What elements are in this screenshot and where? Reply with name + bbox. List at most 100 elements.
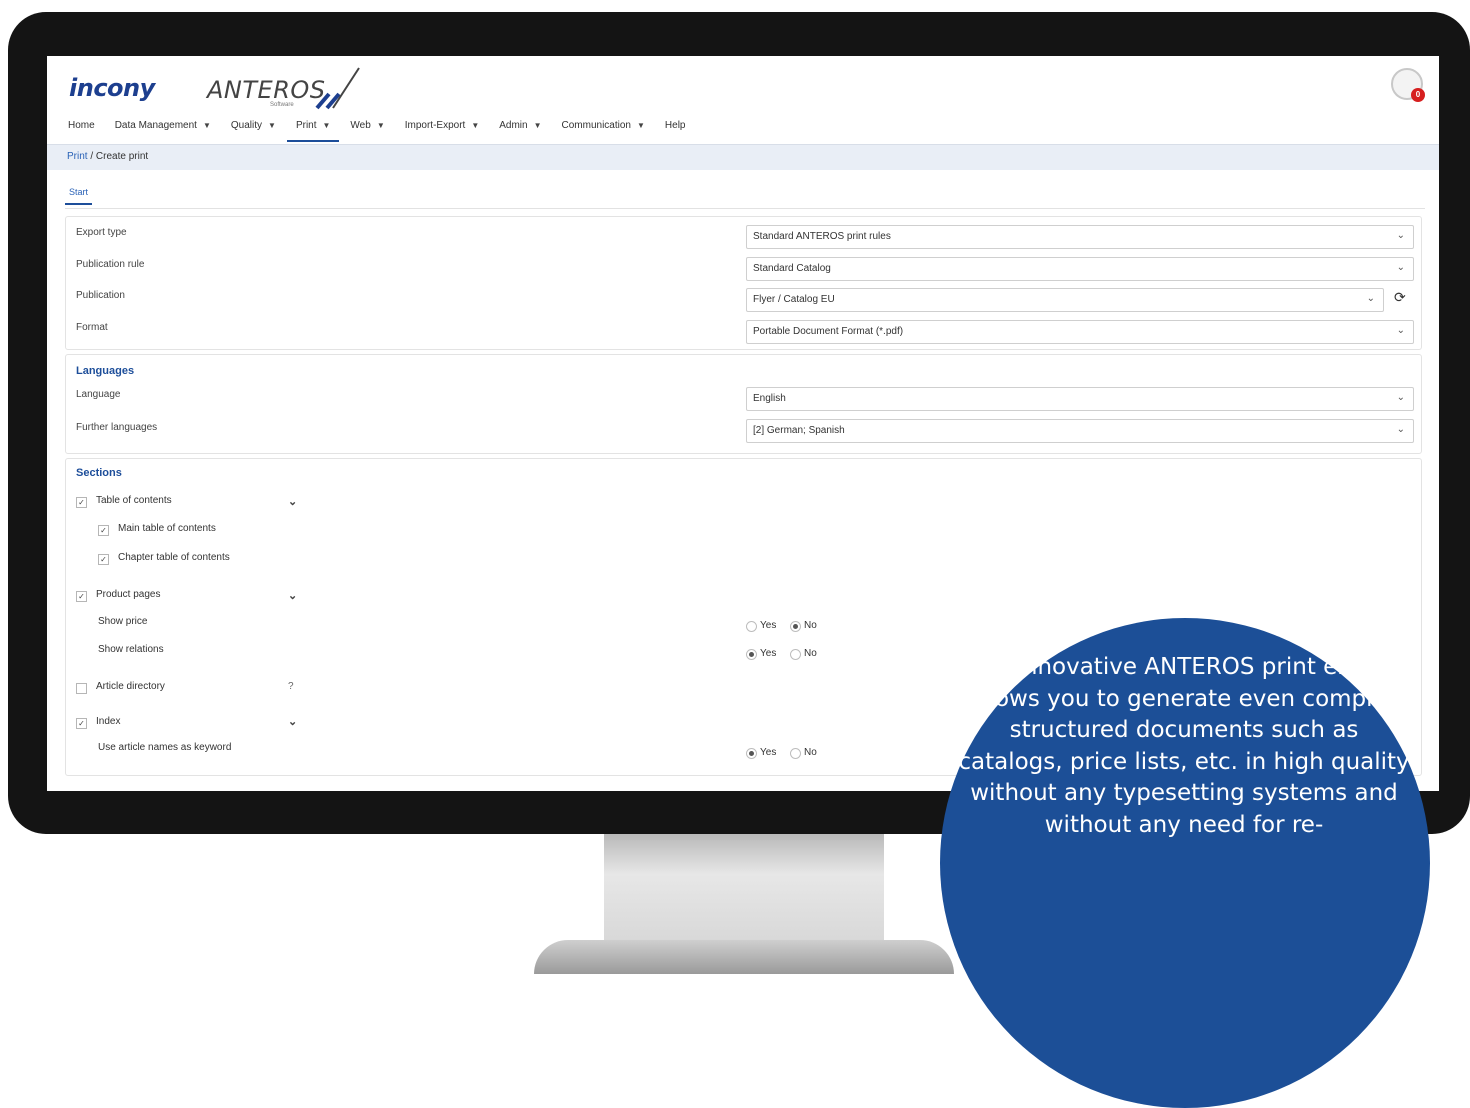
breadcrumb-separator: / [90,151,94,162]
index-label: Index [96,716,121,727]
caret-down-icon: ▼ [533,121,542,130]
index-expand-chevron-icon[interactable]: ⌄ [288,715,297,728]
toc-expand-chevron-icon[interactable]: ⌄ [288,495,297,508]
sections-title: Sections [76,467,122,479]
nav-web-label: Web [350,120,371,131]
show-relations-no-radio[interactable] [790,649,801,660]
use-article-names-yes-label: Yes [760,747,777,758]
nav-admin[interactable]: Admin ▼ [490,116,550,140]
show-relations-no-label: No [804,648,817,659]
use-article-names-no-label: No [804,747,817,758]
nav-home[interactable]: Home [59,116,104,140]
nav-admin-label: Admin [499,120,528,131]
show-price-no-label: No [804,620,817,631]
chevron-down-icon: ⌄ [1396,392,1405,403]
chevron-down-icon: ⌄ [1396,424,1405,435]
publication-rule-value: Standard Catalog [753,263,831,274]
nav-web[interactable]: Web ▼ [341,116,393,140]
anteros-slash-mark-icon [315,67,360,110]
chevron-down-icon: ⌄ [1396,262,1405,273]
export-type-value: Standard ANTEROS print rules [753,231,891,242]
main-toc-checkbox[interactable]: ✓ [98,525,109,536]
further-languages-value: [2] German; Spanish [753,425,845,436]
nav-data-management-label: Data Management [114,120,197,131]
anteros-logo: ANTEROS [207,76,326,104]
toc-label: Table of contents [96,495,172,506]
show-price-yes-label: Yes [760,620,777,631]
caret-down-icon: ▼ [202,121,211,130]
chapter-toc-label: Chapter table of contents [118,552,230,563]
breadcrumb: Print / Create print [67,151,148,162]
publication-rule-select[interactable]: Standard Catalog ⌄ [746,257,1414,281]
language-value: English [753,393,786,404]
further-languages-select[interactable]: [2] German; Spanish ⌄ [746,419,1414,443]
export-type-select[interactable]: Standard ANTEROS print rules ⌄ [746,225,1414,249]
nav-help[interactable]: Help [656,116,695,140]
format-label: Format [76,322,108,333]
languages-title: Languages [76,365,135,377]
language-label: Language [76,389,121,400]
breadcrumb-parent-link[interactable]: Print [67,151,88,162]
promo-text: The innovative ANTEROS print engine allo… [958,654,1410,838]
use-article-names-yes-radio[interactable] [746,748,757,759]
nav-print-label: Print [295,120,317,131]
breadcrumb-current: Create print [95,151,149,162]
export-type-label: Export type [76,227,127,238]
chapter-toc-checkbox[interactable]: ✓ [98,554,109,565]
chevron-down-icon: ⌄ [1396,325,1405,336]
caret-down-icon: ▼ [376,121,385,130]
tab-divider [65,208,1425,209]
nav-data-management[interactable]: Data Management ▼ [106,116,220,140]
further-languages-label: Further languages [76,422,158,433]
nav-print[interactable]: Print ▼ [286,116,340,142]
show-relations-label: Show relations [98,644,164,655]
publication-select[interactable]: Flyer / Catalog EU ⌄ [746,288,1384,312]
monitor-stand-base [534,940,954,974]
publication-value: Flyer / Catalog EU [753,294,835,305]
product-pages-checkbox[interactable]: ✓ [76,591,87,602]
show-relations-yes-radio[interactable] [746,649,757,660]
index-checkbox[interactable]: ✓ [76,718,87,729]
anteros-logo-sub: Software [270,102,294,108]
language-select[interactable]: English ⌄ [746,387,1414,411]
nav-communication[interactable]: Communication ▼ [553,116,654,140]
settings-panel: Export type Standard ANTEROS print rules… [65,216,1422,350]
toc-checkbox[interactable]: ✓ [76,497,87,508]
tab-start[interactable]: Start [65,184,93,205]
product-pages-expand-chevron-icon[interactable]: ⌄ [288,589,297,602]
show-relations-yes-label: Yes [760,648,777,659]
format-select[interactable]: Portable Document Format (*.pdf) ⌄ [746,320,1414,344]
nav-import-export[interactable]: Import-Export ▼ [396,116,489,140]
notification-badge: 0 [1411,88,1425,102]
publication-rule-label: Publication rule [76,259,145,270]
nav-import-export-label: Import-Export [404,120,466,131]
show-price-yes-radio[interactable] [746,621,757,632]
article-directory-checkbox[interactable] [76,683,87,694]
article-directory-label: Article directory [96,681,165,692]
question-icon[interactable]: ? [288,681,294,692]
use-article-names-label: Use article names as keyword [98,742,232,753]
caret-down-icon: ▼ [471,121,480,130]
nav-home-label: Home [68,120,95,131]
show-price-no-radio[interactable] [790,621,801,632]
chevron-down-icon: ⌄ [1396,230,1405,241]
main-toc-label: Main table of contents [118,523,216,534]
incony-logo[interactable]: incony [69,74,155,102]
nav-quality-label: Quality [230,120,263,131]
caret-down-icon: ▼ [322,121,331,130]
nav-quality[interactable]: Quality ▼ [222,116,285,140]
product-pages-label: Product pages [96,589,161,600]
main-nav: Home Data Management ▼ Quality ▼ Print ▼ We… [59,116,695,142]
use-article-names-no-radio[interactable] [790,748,801,759]
nav-communication-label: Communication [561,120,631,131]
format-value: Portable Document Format (*.pdf) [753,326,904,337]
caret-down-icon: ▼ [637,121,645,130]
show-price-label: Show price [98,616,148,627]
breadcrumb-bar: Print / Create print [47,144,1439,170]
languages-panel: Languages Language English ⌄ Further lan… [65,354,1422,454]
refresh-icon[interactable]: ⟳ [1394,289,1406,306]
caret-down-icon: ▼ [268,121,276,130]
chevron-down-icon: ⌄ [1366,293,1375,304]
publication-label: Publication [76,290,125,301]
nav-help-label: Help [664,120,686,131]
